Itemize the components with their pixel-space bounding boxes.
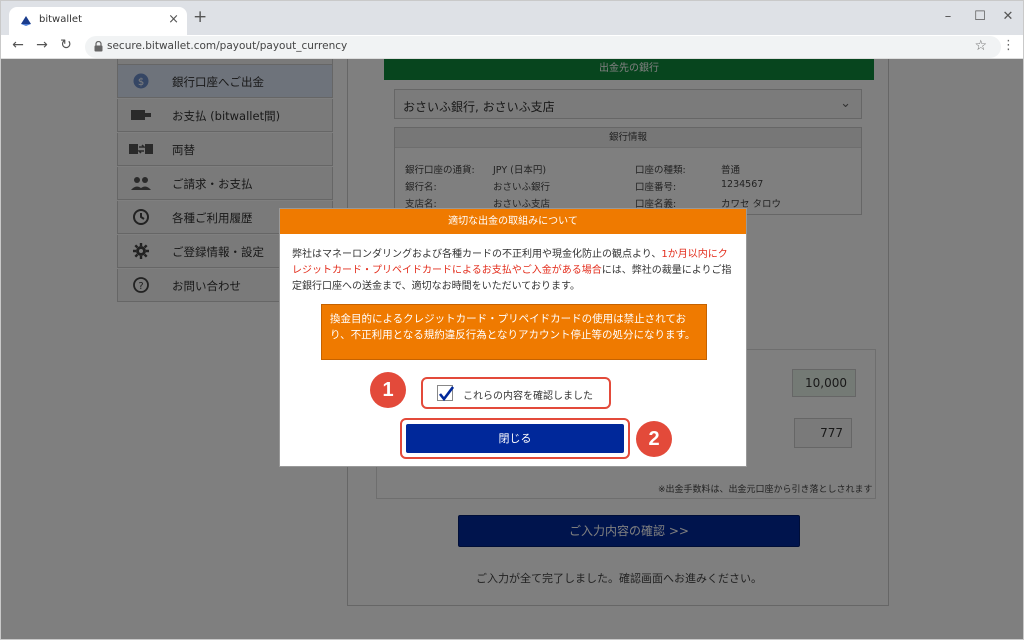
maximize-icon[interactable]: ☐ — [971, 9, 989, 24]
menu-icon[interactable]: ⋮ — [1002, 38, 1015, 53]
star-icon[interactable]: ☆ — [974, 38, 987, 54]
minimize-icon[interactable]: – — [939, 9, 957, 24]
back-icon[interactable]: ← — [9, 37, 27, 53]
warning-box: 換金目的によるクレジットカード・プリペイドカードの使用は禁止されており、不正利用… — [321, 304, 707, 360]
reload-icon[interactable]: ↻ — [57, 37, 75, 53]
confirm-checkbox-highlight: これらの内容を確認しました — [421, 377, 611, 409]
lock-icon — [94, 41, 103, 52]
forward-icon[interactable]: → — [33, 37, 51, 53]
annotation-badge-2: 2 — [636, 421, 672, 457]
tab-strip: bitwallet × + – ☐ ✕ — [1, 1, 1023, 35]
browser-tab[interactable]: bitwallet × — [9, 7, 187, 35]
address-bar[interactable]: secure.bitwallet.com/payout/payout_curre… — [85, 36, 1001, 58]
tab-title: bitwallet — [39, 14, 82, 25]
confirm-checkbox-label: これらの内容を確認しました — [463, 391, 593, 402]
new-tab-icon[interactable]: + — [193, 7, 207, 27]
confirm-checkbox[interactable] — [437, 385, 455, 402]
annotation-badge-1: 1 — [370, 372, 406, 408]
close-button[interactable]: 閉じる — [406, 424, 624, 453]
window-close-icon[interactable]: ✕ — [999, 9, 1017, 24]
browser-toolbar: ← → ↻ secure.bitwallet.com/payout/payout… — [1, 35, 1023, 59]
close-icon[interactable]: × — [168, 12, 179, 27]
modal-body-text: 弊社はマネーロンダリングおよび各種カードの不正利用や現金化防止の観点より、 — [292, 249, 662, 260]
modal-title: 適切な出金の取組みについて — [280, 209, 746, 234]
check-icon — [438, 386, 455, 402]
url-text: secure.bitwallet.com/payout/payout_curre… — [107, 40, 348, 52]
withdrawal-notice-modal: 適切な出金の取組みについて 弊社はマネーロンダリングおよび各種カードの不正利用や… — [279, 208, 747, 467]
bitwallet-favicon — [21, 16, 31, 26]
close-button-highlight: 閉じる — [400, 418, 630, 459]
browser-window: bitwallet × + – ☐ ✕ ← → ↻ secure.bitwall… — [0, 0, 1024, 640]
modal-body: 弊社はマネーロンダリングおよび各種カードの不正利用や現金化防止の観点より、1か月… — [292, 247, 736, 295]
